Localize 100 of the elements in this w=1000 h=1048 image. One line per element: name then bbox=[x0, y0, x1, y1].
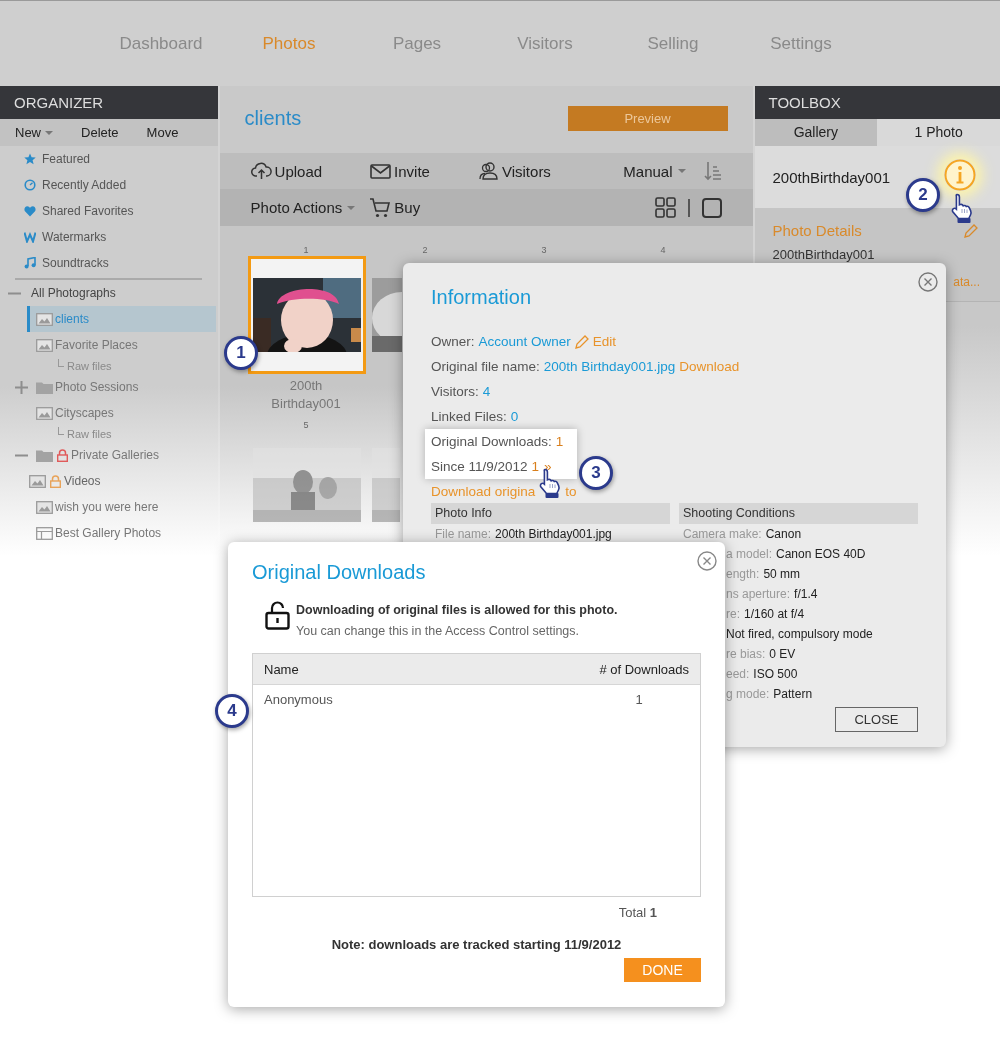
section-header: Photo Info bbox=[431, 503, 670, 524]
image-icon bbox=[29, 474, 46, 488]
sort-icon[interactable] bbox=[703, 161, 722, 181]
table-cell-text: 1 bbox=[634, 692, 644, 707]
photo-actions-dropdown[interactable]: Photo Actions bbox=[250, 199, 356, 216]
expand-icon[interactable] bbox=[15, 380, 28, 394]
nav-tab[interactable]: Pages bbox=[392, 33, 442, 54]
field-value-link[interactable]: 0 bbox=[510, 409, 519, 424]
action-button[interactable]: Move bbox=[146, 125, 179, 140]
tree-item[interactable]: Favorite Places bbox=[0, 332, 218, 358]
action-button[interactable]: Delete bbox=[81, 125, 119, 140]
tree-branch-icon bbox=[58, 359, 64, 367]
field-value: 50 mm bbox=[763, 567, 801, 581]
upload-cloud-icon bbox=[250, 161, 272, 181]
field-value-link[interactable]: 1 bbox=[531, 459, 540, 474]
link-fragment[interactable]: to bbox=[565, 483, 577, 499]
row-number: 5 bbox=[302, 419, 310, 432]
music-note-icon bbox=[24, 257, 36, 269]
tab[interactable]: 1 Photo bbox=[877, 119, 1000, 146]
close-icon[interactable] bbox=[918, 272, 938, 292]
photo-name: 200thBirthday001 bbox=[772, 247, 876, 262]
close-icon[interactable] bbox=[697, 551, 717, 571]
tree-item[interactable]: Photo Sessions bbox=[0, 374, 218, 400]
sort-dropdown[interactable]: Manual bbox=[623, 162, 686, 180]
caret-icon bbox=[347, 205, 356, 210]
watermark-icon bbox=[24, 231, 36, 243]
column-number: 2 bbox=[421, 244, 429, 257]
panel-header: TOOLBOX bbox=[754, 86, 1000, 119]
image-icon bbox=[36, 338, 53, 352]
photo-thumbnail[interactable] bbox=[247, 256, 366, 374]
done-button[interactable]: DONE bbox=[624, 958, 701, 982]
download-link[interactable]: Download origina bbox=[431, 483, 536, 499]
caret-icon bbox=[677, 169, 686, 173]
field-value-link[interactable]: 200th Birthday001.jpg bbox=[543, 359, 676, 374]
info-icon[interactable] bbox=[944, 159, 976, 191]
unlocked-padlock-icon bbox=[265, 601, 290, 630]
action-button[interactable]: New bbox=[15, 125, 53, 140]
field-value: 1 bbox=[555, 434, 564, 449]
tree-item[interactable]: Best Gallery Photos bbox=[0, 520, 218, 546]
pencil-icon[interactable] bbox=[574, 334, 589, 349]
image-icon bbox=[36, 312, 53, 326]
notice-text: Downloading of original files is allowed for this photo. bbox=[296, 602, 618, 619]
tree-item[interactable]: Raw files bbox=[0, 358, 218, 374]
preview-button[interactable]: Preview bbox=[567, 106, 728, 131]
field-label: File name: bbox=[435, 527, 492, 541]
action-link[interactable]: Edit bbox=[592, 334, 617, 349]
sidebar-item[interactable]: Shared Favorites bbox=[0, 198, 218, 224]
nav-tab[interactable]: Settings bbox=[770, 33, 832, 54]
nav-tab[interactable]: Dashboard bbox=[119, 33, 203, 54]
section-title: Photo Details bbox=[772, 222, 862, 239]
gallery-title: clients bbox=[244, 107, 302, 130]
tree-item[interactable]: clients bbox=[27, 306, 216, 332]
field-label: Linked Files: bbox=[431, 409, 507, 424]
field-label: Original Downloads: bbox=[431, 434, 552, 449]
people-icon bbox=[477, 161, 499, 181]
close-button[interactable]: CLOSE bbox=[835, 707, 918, 732]
folder-icon bbox=[36, 448, 53, 462]
field-label: ength: bbox=[726, 567, 760, 581]
single-view-icon[interactable] bbox=[701, 197, 722, 218]
field-label: Owner: bbox=[431, 334, 475, 349]
field-value: f/1.4 bbox=[794, 587, 818, 601]
panel-header: ORGANIZER bbox=[0, 86, 218, 119]
sidebar-item[interactable]: Featured bbox=[0, 146, 218, 172]
tree-item[interactable]: Private Galleries bbox=[0, 442, 218, 468]
nav-tab[interactable]: Selling bbox=[647, 33, 699, 54]
tree-item[interactable]: Videos bbox=[0, 468, 218, 494]
total-count: Total 1 bbox=[617, 904, 658, 922]
field-value: ISO 500 bbox=[753, 667, 798, 681]
folder-icon bbox=[36, 380, 53, 394]
field-label: ns aperture: bbox=[726, 587, 791, 601]
tree-branch-icon bbox=[58, 427, 64, 435]
field-label: a model: bbox=[726, 547, 773, 561]
tree-item[interactable]: All Photographs bbox=[0, 280, 218, 306]
buy-button[interactable]: Buy bbox=[369, 196, 421, 219]
tree-item[interactable]: wish you were here bbox=[0, 494, 218, 520]
pencil-icon[interactable] bbox=[964, 223, 978, 238]
envelope-icon bbox=[370, 161, 392, 181]
action-link[interactable]: Download bbox=[679, 359, 740, 374]
field-value: Canon EOS 40D bbox=[776, 547, 866, 561]
grid-view-icon[interactable] bbox=[654, 197, 676, 218]
nav-tab[interactable]: Visitors bbox=[517, 33, 573, 54]
dialog-title: Original Downloads bbox=[252, 560, 427, 585]
field-label: Visitors: bbox=[431, 384, 479, 399]
tab[interactable]: Gallery bbox=[754, 119, 878, 146]
dialog-title: Information bbox=[431, 285, 533, 310]
toolbar-button[interactable]: Invite bbox=[370, 161, 430, 181]
toolbar-button[interactable]: Upload bbox=[250, 161, 323, 181]
tree-item[interactable]: Raw files bbox=[0, 426, 218, 442]
field-value-link[interactable]: Account Owner bbox=[478, 334, 571, 349]
nav-tab[interactable]: Photos bbox=[262, 33, 316, 54]
field-value-link[interactable]: 4 bbox=[482, 384, 491, 399]
sidebar-item[interactable]: Watermarks bbox=[0, 224, 218, 250]
tree-item[interactable]: Cityscapes bbox=[0, 400, 218, 426]
field-label: g mode: bbox=[726, 687, 770, 701]
toolbar-button[interactable]: Visitors bbox=[477, 161, 551, 181]
photo-name: 200thBirthday001 bbox=[772, 168, 891, 186]
clock-icon bbox=[24, 179, 36, 191]
sidebar-item[interactable]: Soundtracks bbox=[0, 250, 218, 276]
field-label: eed: bbox=[726, 667, 750, 681]
sidebar-item[interactable]: Recently Added bbox=[0, 172, 218, 198]
